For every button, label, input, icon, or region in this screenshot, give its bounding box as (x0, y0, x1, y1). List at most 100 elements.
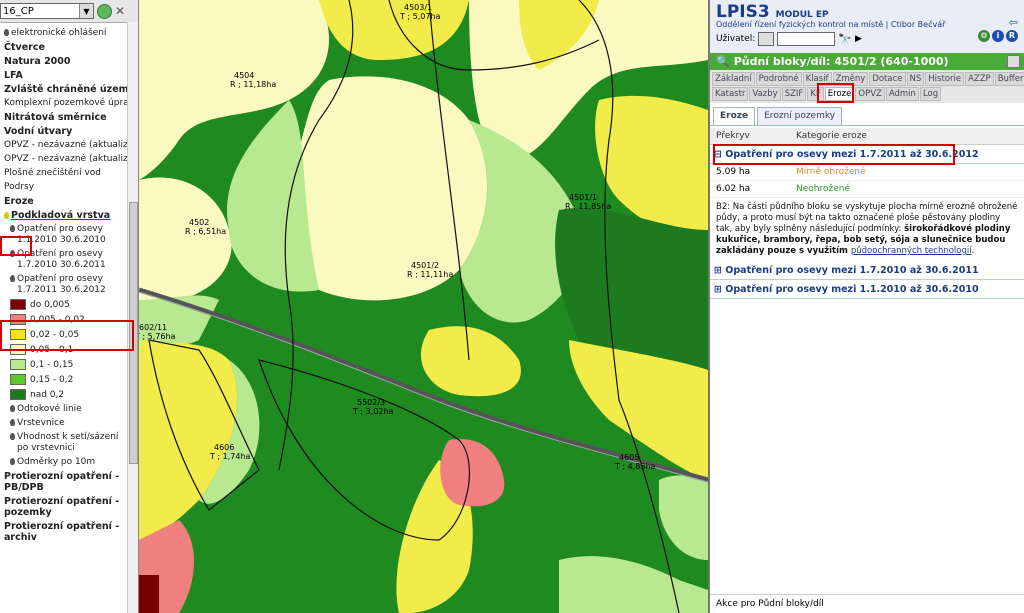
tab-item[interactable]: Dotace (869, 72, 906, 86)
tab-item[interactable]: Vazby (749, 87, 781, 101)
col-prekryv: Překryv (716, 131, 750, 141)
map-canvas[interactable]: 4503/1T ; 5,07ha 4504R ; 11,18ha 4502R ; 6… (139, 0, 708, 613)
info-icon[interactable]: i (992, 30, 1004, 42)
layer-item[interactable]: LFA (0, 70, 138, 81)
layer-item[interactable]: Odtokové linie (0, 404, 138, 415)
note-link[interactable]: půdoochranných technologií (851, 246, 972, 256)
tab-item[interactable]: Podrobné (755, 72, 802, 86)
layer-item[interactable]: Odměrky po 10m (0, 457, 138, 468)
legend-item: 0,15 - 0,2 (0, 374, 138, 386)
layer-item[interactable]: Vodní útvary (0, 126, 138, 137)
sub-layer-label: Opatření pro osevy 1.7.2010 30.6.2011 (17, 249, 106, 270)
detail-tabs: Základní Podrobné Klasif Změny Dotace NS Histo… (710, 70, 1024, 103)
layer-label: Protierozní opatření - PB/DPB (4, 471, 120, 493)
close-icon[interactable]: ✕ (115, 4, 125, 18)
section-2010-label: Opatření pro osevy mezi 1.1.2010 až 30.6… (725, 284, 979, 295)
sub-layer-item[interactable]: Opatření pro osevy 1.7.2011 30.6.2012 (0, 274, 138, 296)
pin-icon (10, 405, 15, 412)
layer-label: Vrstevnice (17, 418, 65, 428)
section-2010-2011-label: Opatření pro osevy mezi 1.7.2010 až 30.6… (725, 265, 979, 276)
gear-icon[interactable]: ⚙ (978, 30, 990, 42)
parcel-id-label: 4504 (234, 71, 254, 80)
tab-item[interactable]: OPVZ (855, 87, 885, 101)
header-icons: ⚙ i R (978, 30, 1018, 42)
layer-label: OPVZ - nezávazné (aktualizace 2010) (4, 140, 139, 150)
subtab-erozni-pozemky[interactable]: Erozní pozemky (757, 107, 843, 125)
layer-item[interactable]: Vhodnost k setí/sázení po vrstevnici (0, 432, 138, 454)
binoculars-icon[interactable]: 🔭 (838, 33, 852, 46)
tab-row-2: Katastr Vazby SZIF KF Eroze OPVZ Admin Log (712, 87, 1022, 101)
tab-item[interactable]: Log (919, 87, 942, 101)
layer-podkladova[interactable]: Podkladová vrstva (0, 210, 138, 221)
layer-item[interactable]: Protierozní opatření - PB/DPB (0, 471, 138, 493)
legend-swatch (10, 374, 26, 385)
legend-label: 0,15 - 0,2 (30, 375, 74, 385)
layer-item[interactable]: Zvláště chráněné území (0, 84, 138, 95)
parcel-id-label: 4606 (214, 443, 234, 452)
app-subtitle: Oddělení řízení fyzických kontrol na mís… (716, 20, 946, 29)
layer-label: Protierozní opatření - pozemky (4, 496, 120, 518)
edit-icon[interactable] (1007, 55, 1020, 68)
layer-label: OPVZ - nezávazné (aktualizace 2011) (4, 154, 139, 164)
parcel-id-label: 4502 (189, 218, 209, 227)
row-category: Mírně ohrožené (796, 167, 866, 177)
tab-item[interactable]: Admin (885, 87, 919, 101)
legend-item: do 0,005 (0, 299, 138, 311)
layer-item[interactable]: OPVZ - nezávazné (aktualizace 2011) (0, 154, 138, 165)
tab-item[interactable]: Buffery (994, 72, 1024, 86)
layer-item[interactable]: Protierozní opatření - pozemky (0, 496, 138, 518)
app-title: LPIS3 MODUL EP (716, 2, 829, 22)
actions-footer[interactable]: Akce pro Půdní bloky/díl (710, 594, 1024, 613)
layer-label: Komplexní pozemkové úpravy (4, 98, 139, 108)
layer-item[interactable]: Podrsy (0, 182, 138, 193)
refresh-icon[interactable] (97, 3, 112, 19)
layers-scrollbar[interactable] (127, 22, 138, 613)
chevron-down-icon[interactable]: ▼ (79, 4, 93, 18)
layer-item[interactable]: elektronické ohlášení (0, 28, 138, 39)
highlight-section (713, 144, 955, 165)
section-2010[interactable]: ⊞ Opatření pro osevy mezi 1.1.2010 až 30… (710, 280, 1024, 299)
layer-item[interactable]: Protierozní opatření - archiv (0, 521, 138, 543)
layer-label: Zvláště chráněné území (4, 84, 132, 95)
block-title: Půdní bloky/díl: 4501/2 (640-1000) (733, 55, 949, 68)
layer-label: Odtokové linie (17, 404, 82, 414)
layer-label: Natura 2000 (4, 56, 71, 67)
section-2010-2011[interactable]: ⊞ Opatření pro osevy mezi 1.7.2010 až 30… (710, 261, 1024, 280)
map-view[interactable]: 4503/1 T ; 5,07ha 4504 R ; 11,18ha 4502 R ; 6… (139, 0, 708, 613)
parcel-info-label: T ; 4,83ha (614, 462, 656, 471)
layer-item[interactable]: Vrstevnice (0, 418, 138, 429)
subtab-eroze[interactable]: Eroze (713, 107, 756, 125)
play-icon[interactable]: ▶ (855, 34, 862, 44)
layer-item[interactable]: Nitrátová směrnice (0, 112, 138, 123)
layer-label: Podrsy (4, 182, 35, 192)
layer-set-select[interactable]: 16_CP ▼ (0, 3, 94, 19)
tab-item[interactable]: Historie (925, 72, 965, 86)
parcel-info-label: R ; 11,18ha (230, 80, 276, 89)
layer-item[interactable]: Čtverce (0, 42, 138, 53)
user-select[interactable] (758, 32, 775, 46)
r-icon[interactable]: R (1006, 30, 1018, 42)
user-input[interactable] (777, 32, 836, 46)
layer-item[interactable]: Plošné znečištění vod (0, 168, 138, 179)
legend-item: nad 0,2 (0, 389, 138, 401)
tab-item[interactable]: Katastr (712, 87, 749, 101)
block-title-bar: 🔍 Půdní bloky/díl: 4501/2 (640-1000) (710, 53, 1024, 70)
layer-label: Čtverce (4, 42, 45, 53)
pin-icon (10, 433, 15, 440)
sub-layer-label: Opatření pro osevy 1.1.2010 30.6.2010 (17, 224, 106, 245)
layer-item[interactable]: Natura 2000 (0, 56, 138, 67)
layer-eroze[interactable]: Eroze (0, 196, 138, 207)
layer-item[interactable]: OPVZ - nezávazné (aktualizace 2010) (0, 140, 138, 151)
legend-label: nad 0,2 (30, 390, 65, 400)
back-icon[interactable]: ⇦ (1009, 16, 1018, 29)
tab-item[interactable]: Základní (712, 72, 755, 86)
tab-item[interactable]: SZIF (781, 87, 807, 101)
row-category: Neohrožené (796, 184, 850, 194)
legend-swatch (10, 299, 26, 310)
tab-item[interactable]: NS (906, 72, 925, 86)
tab-item[interactable]: AZZP (965, 72, 994, 86)
app-title-text: LPIS3 (716, 2, 770, 22)
layer-item[interactable]: Komplexní pozemkové úpravy (0, 98, 138, 109)
erosion-note: B2: Na části půdního bloku se vyskytuje … (710, 198, 1024, 261)
parcel-info-label: R ; 11,11ha (407, 270, 453, 279)
